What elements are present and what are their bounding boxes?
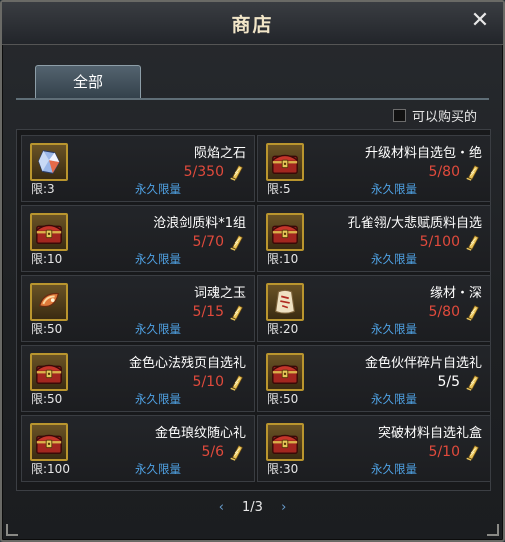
- permanent-limit-tag: 永久限量: [371, 462, 417, 476]
- item-name: 金色琅纹随心礼: [154, 426, 246, 441]
- item-name: 突破材料自选礼盒: [377, 426, 482, 441]
- permanent-limit-tag: 永久限量: [135, 252, 181, 266]
- item-name: 升级材料自选包・绝: [364, 146, 482, 161]
- item-price: 5/80: [429, 303, 482, 321]
- item-name: 缘材・深: [429, 286, 482, 301]
- item-name: 词魂之玉: [193, 286, 246, 301]
- permanent-limit-tag: 永久限量: [135, 182, 181, 196]
- item-name: 沧浪剑质料*1组: [153, 216, 246, 231]
- price-value: 5/100: [419, 234, 460, 250]
- scroll-token-icon: [464, 233, 482, 251]
- tab-all[interactable]: 全部: [35, 65, 141, 98]
- item-price: 5/10: [193, 373, 246, 391]
- permanent-limit-tag: 永久限量: [371, 322, 417, 336]
- shop-item[interactable]: 陨焰之石 5/350 限:3 永久限量: [21, 135, 255, 202]
- item-name: 孔雀翎/大悲赋质料自选: [347, 216, 482, 231]
- purchase-limit: 限:50: [31, 322, 63, 336]
- chevron-right-icon[interactable]: ›: [267, 500, 300, 515]
- price-value: 5/6: [201, 444, 224, 460]
- chevron-left-icon[interactable]: ‹: [205, 500, 238, 515]
- item-name: 陨焰之石: [193, 146, 246, 161]
- permanent-limit-tag: 永久限量: [135, 322, 181, 336]
- scroll-token-icon: [464, 163, 482, 181]
- purchasable-label: 可以购买的: [411, 110, 477, 125]
- shop-item[interactable]: 词魂之玉 5/15 限:50 永久限量: [21, 275, 255, 342]
- scroll-token-icon: [464, 443, 482, 461]
- shop-item[interactable]: 孔雀翎/大悲赋质料自选 5/100 限:10 永久限量: [257, 205, 491, 272]
- permanent-limit-tag: 永久限量: [371, 182, 417, 196]
- frame-corner: [487, 524, 499, 536]
- shop-item[interactable]: 金色琅纹随心礼 5/6 限:100 永久限量: [21, 415, 255, 482]
- frame-corner: [6, 524, 18, 536]
- crystal-icon: [30, 143, 68, 181]
- talisman-icon: [266, 283, 304, 321]
- price-value: 5/350: [183, 164, 224, 180]
- item-price: 5/5: [437, 373, 482, 391]
- shop-item[interactable]: 沧浪剑质料*1组 5/70 限:10 永久限量: [21, 205, 255, 272]
- scroll-token-icon: [464, 303, 482, 321]
- purchase-limit: 限:30: [267, 462, 299, 476]
- chest-icon: [30, 423, 68, 461]
- chest-icon: [266, 423, 304, 461]
- scroll-token-icon: [228, 443, 246, 461]
- scroll-token-icon: [464, 373, 482, 391]
- purchase-limit: 限:10: [267, 252, 299, 266]
- item-price: 5/70: [193, 233, 246, 251]
- shop-item-grid: 陨焰之石 5/350 限:3 永久限量 升级材料自选包・绝 5/80 限:5 永久限量 沧浪剑质…: [16, 129, 491, 491]
- jade-icon: [30, 283, 68, 321]
- permanent-limit-tag: 永久限量: [371, 252, 417, 266]
- purchasable-filter: 可以购买的: [392, 106, 477, 125]
- item-price: 5/6: [201, 443, 246, 461]
- shop-item[interactable]: 金色心法残页自选礼 5/10 限:50 永久限量: [21, 345, 255, 412]
- item-name: 金色伙伴碎片自选礼: [364, 356, 482, 371]
- purchase-limit: 限:20: [267, 322, 299, 336]
- scroll-token-icon: [228, 373, 246, 391]
- purchase-limit: 限:50: [267, 392, 299, 406]
- shop-item[interactable]: 金色伙伴碎片自选礼 5/5 限:50 永久限量: [257, 345, 491, 412]
- permanent-limit-tag: 永久限量: [135, 462, 181, 476]
- price-value: 5/15: [192, 304, 224, 320]
- purchasable-checkbox[interactable]: [392, 109, 406, 122]
- title-bar: 商店 ✕: [2, 2, 503, 45]
- price-value: 5/10: [428, 444, 460, 460]
- chest-icon: [266, 353, 304, 391]
- pagination: ‹ 1/3 ›: [2, 500, 503, 515]
- item-price: 5/15: [193, 303, 246, 321]
- close-icon[interactable]: ✕: [469, 10, 491, 32]
- item-price: 5/10: [429, 443, 482, 461]
- purchase-limit: 限:100: [31, 462, 70, 476]
- price-value: 5/80: [428, 304, 460, 320]
- chest-icon: [30, 213, 68, 251]
- price-value: 5/10: [192, 374, 224, 390]
- item-name: 金色心法残页自选礼: [128, 356, 246, 371]
- purchase-limit: 限:3: [31, 182, 55, 196]
- scroll-token-icon: [228, 303, 246, 321]
- shop-window: 商店 ✕ 全部 可以购买的 陨焰之石 5/350 限:3 永久限量 升级材料自选包・绝 5…: [0, 0, 505, 542]
- item-price: 5/80: [429, 163, 482, 181]
- window-title: 商店: [231, 14, 274, 36]
- tab-divider: [16, 98, 489, 100]
- chest-icon: [266, 143, 304, 181]
- permanent-limit-tag: 永久限量: [371, 392, 417, 406]
- page-indicator: 1/3: [242, 500, 263, 515]
- price-value: 5/80: [428, 164, 460, 180]
- shop-item[interactable]: 升级材料自选包・绝 5/80 限:5 永久限量: [257, 135, 491, 202]
- purchase-limit: 限:5: [267, 182, 291, 196]
- item-price: 5/100: [420, 233, 482, 251]
- purchase-limit: 限:50: [31, 392, 63, 406]
- chest-icon: [30, 353, 68, 391]
- permanent-limit-tag: 永久限量: [135, 392, 181, 406]
- scroll-token-icon: [228, 233, 246, 251]
- item-price: 5/350: [184, 163, 246, 181]
- purchase-limit: 限:10: [31, 252, 63, 266]
- chest-icon: [266, 213, 304, 251]
- price-value: 5/70: [192, 234, 224, 250]
- shop-item[interactable]: 突破材料自选礼盒 5/10 限:30 永久限量: [257, 415, 491, 482]
- shop-item[interactable]: 缘材・深 5/80 限:20 永久限量: [257, 275, 491, 342]
- scroll-token-icon: [228, 163, 246, 181]
- price-value: 5/5: [437, 374, 460, 390]
